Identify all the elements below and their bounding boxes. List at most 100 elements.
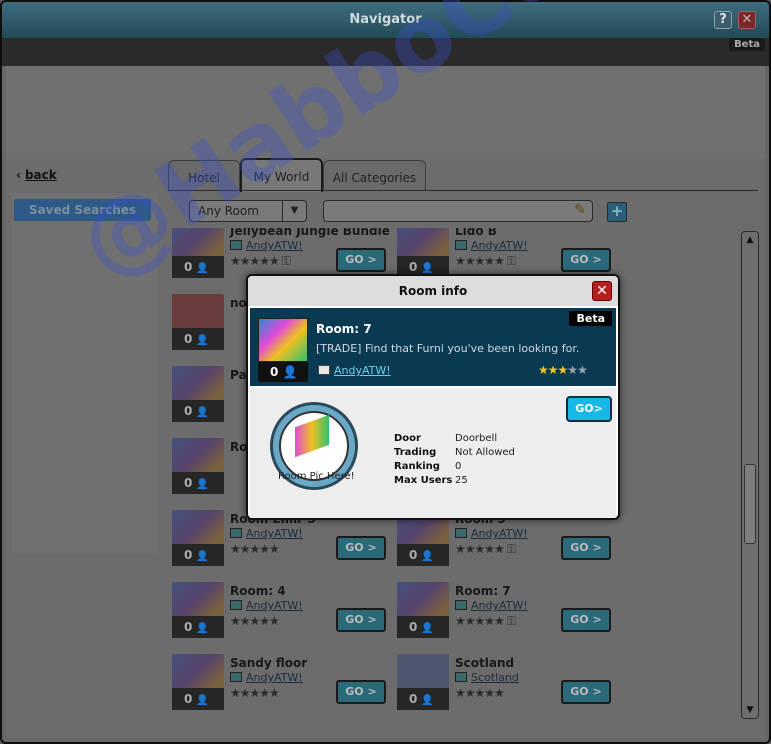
room-owner[interactable]: AndyATW! (455, 527, 528, 540)
list-item[interactable]: 0 👤 Room: 7 AndyATW! ★★★★★ ⚿ GO > (393, 582, 615, 646)
go-button[interactable]: GO> (566, 396, 612, 422)
user-count: 0 👤 (172, 256, 224, 278)
room-name[interactable]: Pa (230, 368, 247, 382)
list-item[interactable]: 0 👤 Scotland Scotland ★★★★★ GO > (393, 654, 615, 718)
user-icon: 👤 (421, 551, 434, 562)
room-picture-label: Room Pic Here! (278, 471, 355, 482)
help-button[interactable]: ? (714, 11, 732, 29)
search-input[interactable]: ✎ (323, 200, 593, 222)
rating-stars: ★★★★★ (230, 686, 280, 700)
user-icon: 👤 (196, 695, 209, 706)
room-description: [TRADE] Find that Furni you've been look… (316, 342, 580, 355)
scroll-down-icon[interactable]: ▼ (744, 704, 756, 716)
property-key: Max Users (394, 475, 453, 486)
star-filled-icon: ★ (538, 363, 549, 377)
user-count: 0 👤 (397, 688, 449, 710)
user-count: 0 👤 (397, 616, 449, 638)
list-item[interactable]: 0 👤 Sandy floor AndyATW! ★★★★★ GO > (168, 654, 390, 718)
owner-icon (455, 600, 467, 610)
rating-stars: ★★★★★ ⚿ (455, 542, 516, 556)
user-icon: 👤 (196, 479, 209, 490)
beta-badge: Beta (569, 311, 612, 326)
back-link[interactable]: ‹ back (16, 168, 57, 182)
property-value: 0 (455, 461, 462, 472)
chevron-down-icon[interactable]: ▼ (282, 201, 306, 221)
rating-stars: ★★★★★ ⚿ (455, 254, 516, 268)
go-button[interactable]: GO > (336, 608, 386, 632)
owner-icon (230, 240, 242, 250)
owner-icon (230, 600, 242, 610)
user-icon: 👤 (421, 263, 434, 274)
room-filter-value: Any Room (198, 204, 259, 218)
side-panel (12, 193, 157, 553)
back-label: back (24, 168, 57, 182)
room-name[interactable]: Room: 7 (455, 584, 511, 598)
room-owner[interactable]: AndyATW! (230, 239, 303, 252)
room-owner[interactable]: Scotland (455, 671, 519, 684)
list-scrollbar[interactable]: ▲ ▼ (741, 231, 759, 719)
user-count: 0 👤 (258, 362, 308, 382)
go-button[interactable]: GO > (561, 608, 611, 632)
star-empty-icon: ★ (567, 363, 578, 377)
user-icon: 👤 (421, 695, 434, 706)
room-name[interactable]: Sandy floor (230, 656, 307, 670)
property-value: Doorbell (455, 433, 498, 444)
room-owner[interactable]: AndyATW! (230, 671, 303, 684)
tab-divider (168, 190, 758, 191)
list-item[interactable]: 0 👤 Room: 4 AndyATW! ★★★★★ GO > (168, 582, 390, 646)
room-name[interactable]: Ro (230, 440, 247, 454)
go-button[interactable]: GO > (336, 680, 386, 704)
user-count: 0 👤 (172, 688, 224, 710)
go-button[interactable]: GO > (561, 536, 611, 560)
room-owner-link[interactable]: AndyATW! (318, 364, 391, 377)
user-icon: 👤 (196, 263, 209, 274)
close-button[interactable]: ✕ (738, 11, 756, 29)
window-title: Navigator (349, 12, 422, 27)
navigator-header-area (6, 66, 765, 158)
room-name[interactable]: no (230, 296, 247, 310)
dialog-close-button[interactable]: ✕ (592, 281, 612, 301)
room-header: Beta 0 👤 Room: 7 [TRADE] Find that Furni… (250, 308, 616, 386)
pencil-icon[interactable]: ✎ (574, 202, 586, 218)
dialog-title[interactable]: Room info (248, 276, 618, 306)
room-name[interactable]: Jellybean Jungle Bundle (230, 228, 390, 238)
saved-searches-button[interactable]: Saved Searches (14, 199, 151, 221)
property-key: Ranking (394, 461, 440, 472)
tab-all-categories[interactable]: All Categories (323, 160, 426, 190)
owner-icon (318, 365, 330, 375)
property-value: Not Allowed (455, 447, 515, 458)
user-icon: 👤 (421, 623, 434, 634)
user-icon: 👤 (196, 407, 209, 418)
user-count: 0 👤 (172, 544, 224, 566)
go-button[interactable]: GO > (561, 248, 611, 272)
rating-stars: ★★★★★ (455, 686, 505, 700)
room-owner[interactable]: AndyATW! (455, 239, 528, 252)
owner-icon (230, 672, 242, 682)
room-owner[interactable]: AndyATW! (455, 599, 528, 612)
room-thumbnail (258, 318, 308, 362)
header-strip (2, 38, 769, 66)
room-owner[interactable]: AndyATW! (230, 599, 303, 612)
rating-stars: ★★★★★ (538, 363, 588, 377)
add-room-button[interactable]: + (607, 202, 627, 222)
beta-badge: Beta (729, 38, 765, 51)
tab-my-world[interactable]: My World (240, 158, 323, 192)
user-count: 0 👤 (172, 328, 224, 350)
rating-stars: ★★★★★ ⚿ (230, 254, 291, 268)
owner-icon (230, 528, 242, 538)
room-owner[interactable]: AndyATW! (230, 527, 303, 540)
room-name: Room: 7 (316, 322, 372, 336)
room-name[interactable]: Room: 4 (230, 584, 286, 598)
go-button[interactable]: GO > (336, 536, 386, 560)
room-name[interactable]: Scotland (455, 656, 514, 670)
room-name[interactable]: Lido B (455, 228, 497, 238)
owner-icon (455, 240, 467, 250)
scroll-thumb[interactable] (744, 464, 756, 544)
room-filter-select[interactable]: Any Room ▼ (189, 200, 307, 222)
go-button[interactable]: GO > (561, 680, 611, 704)
scroll-up-icon[interactable]: ▲ (744, 234, 756, 246)
tab-hotel[interactable]: Hotel (168, 160, 240, 190)
user-count: 0 👤 (172, 400, 224, 422)
window-titlebar[interactable]: Navigator (2, 2, 769, 38)
go-button[interactable]: GO > (336, 248, 386, 272)
